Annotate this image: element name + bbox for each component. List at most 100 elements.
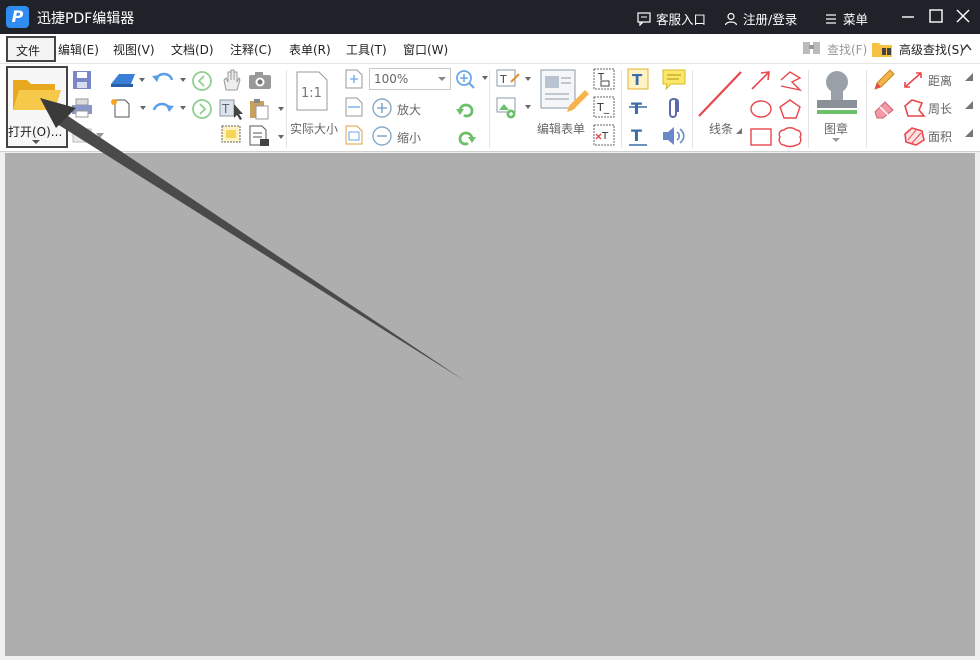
select-text-icon[interactable]: T — [219, 98, 245, 120]
menu-window[interactable]: 窗口(W) — [403, 41, 448, 58]
svg-text:T: T — [631, 126, 642, 145]
close-icon[interactable] — [955, 8, 971, 24]
redo-icon[interactable] — [150, 98, 190, 118]
svg-text:T: T — [601, 131, 609, 142]
rotate-right-icon[interactable] — [454, 125, 478, 147]
advanced-find-label: 高级查找(S) — [899, 42, 964, 57]
strikeout-icon[interactable]: T — [627, 96, 649, 120]
zoom-out-icon[interactable] — [371, 125, 393, 147]
form-text-box-icon[interactable]: T — [593, 68, 615, 90]
zoom-in-icon[interactable] — [371, 97, 393, 119]
email-icon[interactable] — [72, 126, 106, 144]
new-document-icon[interactable] — [110, 98, 150, 118]
ribbon-separator — [489, 70, 490, 148]
document-search-icon[interactable] — [248, 124, 288, 148]
polygon-tool-icon[interactable] — [778, 98, 804, 120]
menu-file-label: 文件 — [16, 44, 41, 58]
ribbon-separator — [286, 70, 287, 148]
perimeter-label[interactable]: 周长 — [928, 100, 952, 117]
print-icon[interactable] — [71, 98, 93, 118]
perimeter-icon[interactable] — [902, 98, 926, 118]
area-label[interactable]: 面积 — [928, 128, 952, 145]
image-field-icon[interactable] — [495, 96, 535, 120]
actual-size-icon[interactable]: 1:1 — [295, 70, 329, 112]
cloud-tool-icon[interactable] — [778, 126, 804, 148]
collapse-ribbon-icon[interactable] — [962, 42, 972, 54]
sound-icon[interactable] — [661, 124, 687, 148]
paste-icon[interactable] — [248, 98, 288, 120]
next-view-icon[interactable] — [191, 98, 213, 120]
zoom-out-label[interactable]: 缩小 — [397, 129, 421, 146]
form-field-icon[interactable]: T_ — [593, 96, 615, 118]
register-login-link[interactable]: 注册/登录 — [724, 9, 797, 28]
note-icon[interactable] — [661, 68, 689, 92]
typewriter-icon[interactable]: T — [627, 68, 649, 92]
svg-text:1:1: 1:1 — [301, 86, 322, 101]
advanced-find-button[interactable]: 高级查找(S) — [871, 39, 964, 59]
menu-document[interactable]: 文档(D) — [171, 41, 214, 58]
svg-text:T: T — [499, 73, 507, 86]
select-area-icon[interactable] — [220, 124, 244, 146]
menu-view[interactable]: 视图(V) — [113, 41, 155, 58]
maximize-icon[interactable] — [928, 8, 944, 24]
stamp-dropdown-icon[interactable] — [832, 138, 840, 143]
polyline-tool-icon[interactable] — [778, 70, 804, 92]
pencil-icon[interactable] — [872, 68, 896, 92]
arrow-tool-icon[interactable] — [749, 70, 773, 92]
lines-dropdown-icon[interactable] — [736, 128, 742, 134]
customer-service-link[interactable]: 客服入口 — [637, 9, 706, 28]
ribbon-more-icon[interactable] — [965, 73, 973, 81]
ellipse-tool-icon[interactable] — [749, 98, 773, 120]
fit-page-icon[interactable] — [344, 68, 364, 90]
document-workspace[interactable] — [5, 153, 975, 656]
distance-icon[interactable] — [902, 70, 924, 90]
menu-file[interactable]: 文件 — [6, 36, 56, 62]
menu-tools[interactable]: 工具(T) — [346, 41, 387, 58]
ribbon-more-icon[interactable] — [965, 129, 973, 137]
find-label: 查找(F) — [827, 42, 868, 57]
text-field-icon[interactable]: T — [495, 68, 535, 92]
edit-form-icon[interactable] — [539, 68, 589, 112]
previous-view-icon[interactable] — [191, 70, 213, 92]
register-login-label: 注册/登录 — [743, 12, 798, 27]
underline-icon[interactable]: T — [627, 124, 649, 148]
svg-text:T: T — [631, 99, 642, 118]
hand-tool-icon[interactable] — [220, 68, 242, 92]
line-tool-icon[interactable] — [697, 70, 745, 118]
zoom-in-label[interactable]: 放大 — [397, 101, 421, 118]
stamp-icon[interactable] — [813, 68, 861, 116]
undo-icon[interactable] — [150, 70, 190, 90]
distance-label[interactable]: 距离 — [928, 72, 952, 89]
ribbon-separator — [808, 70, 809, 148]
menu-edit[interactable]: 编辑(E) — [58, 41, 99, 58]
chat-icon — [637, 11, 651, 26]
minimize-icon[interactable] — [900, 8, 916, 24]
ribbon-more-icon[interactable] — [965, 101, 973, 109]
attachment-icon[interactable] — [664, 96, 684, 120]
svg-text:T: T — [632, 71, 643, 89]
horizontal-scrollbar[interactable] — [0, 656, 980, 660]
area-icon[interactable] — [902, 126, 926, 146]
menu-comment[interactable]: 注释(C) — [230, 41, 272, 58]
ribbon-separator — [621, 70, 622, 148]
snapshot-icon[interactable] — [248, 70, 272, 90]
save-icon[interactable] — [72, 70, 92, 90]
form-signature-icon[interactable]: T — [593, 124, 615, 146]
title-bar: P 迅捷PDF编辑器 客服入口 注册/登录 菜单 — [0, 0, 980, 34]
find-button[interactable]: 查找(F) — [801, 39, 867, 59]
rotate-left-icon[interactable] — [454, 97, 478, 119]
ribbon-toolbar: 打开(O)... T 1:1 实际大小 100% 放大 缩小 T 编辑表单 T … — [0, 64, 980, 152]
open-dropdown-icon — [32, 140, 40, 144]
fit-visible-icon[interactable] — [344, 124, 364, 146]
fit-width-icon[interactable] — [344, 96, 364, 118]
scan-icon[interactable] — [109, 70, 147, 88]
folder-search-icon — [872, 43, 892, 57]
main-menu-button[interactable]: 菜单 — [824, 9, 868, 28]
edit-form-label: 编辑表单 — [537, 122, 586, 136]
menu-form[interactable]: 表单(R) — [289, 41, 331, 58]
eraser-icon[interactable] — [872, 96, 896, 120]
zoom-level-select[interactable]: 100% — [369, 68, 451, 90]
open-button[interactable]: 打开(O)... — [6, 66, 68, 148]
rectangle-tool-icon[interactable] — [749, 126, 773, 148]
zoom-tool-icon[interactable] — [454, 68, 492, 90]
